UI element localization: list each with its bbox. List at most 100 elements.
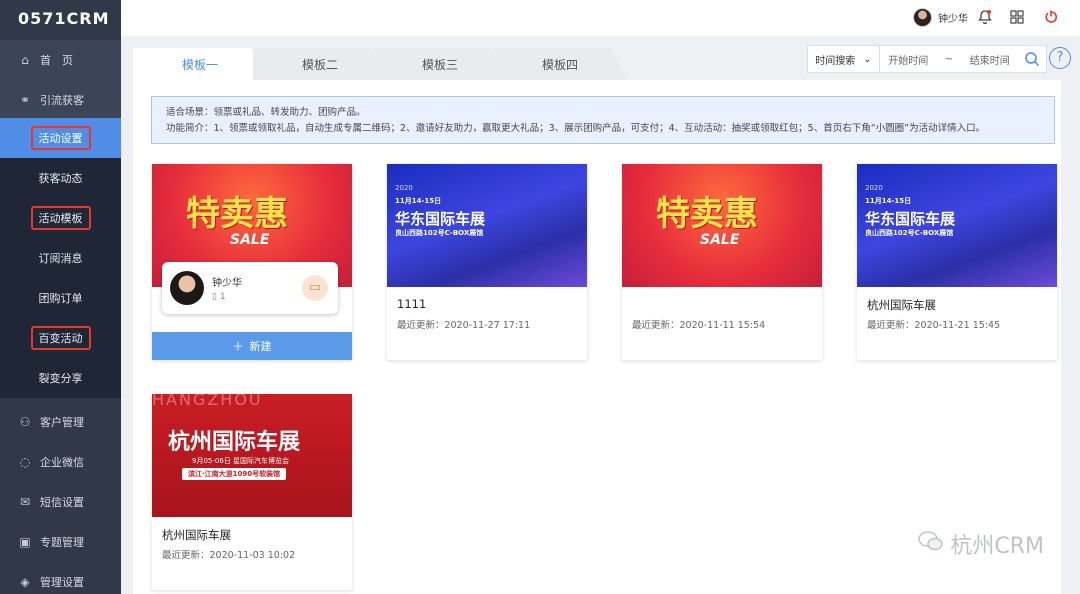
avatar (170, 271, 204, 305)
sidebar-sub-activity-templates[interactable]: 活动模板 (0, 198, 121, 238)
sidebar-sub-fission-share[interactable]: 裂变分享 (0, 358, 121, 398)
card-title (622, 287, 822, 317)
poster-address: 良山西路102号C-BOX展馆 (865, 229, 954, 237)
template-card[interactable]: 特卖惠 SALE 最近更新：2020-11-11 15:54 (622, 164, 822, 360)
profile-name: 钟少华 (212, 278, 242, 289)
poster-title: 杭州国际车展 (168, 430, 301, 455)
sidebar-sub-activity-settings[interactable]: 活动设置 (0, 118, 121, 158)
tab-template-2[interactable]: 模板二 (253, 48, 387, 80)
wechat-icon (918, 530, 944, 558)
phone-icon: ▯ (212, 292, 217, 302)
tab-template-3[interactable]: 模板三 (373, 48, 507, 80)
notice-features: 功能简介：1、领票或领取礼品，自动生成专属二维码；2、邀请好友助力，赢取更大礼品… (166, 123, 986, 134)
sidebar-item-topics[interactable]: ▣ 专题管理 (0, 522, 121, 562)
time-search: 时间搜索 ⌄ 开始时间 ~ 结束时间 (807, 45, 1047, 73)
poster-title: 特卖惠 (186, 194, 288, 234)
sidebar-item-label: 企业微信 (40, 456, 84, 469)
sidebar-sub-label: 活动模板 (30, 206, 91, 230)
sidebar-sub-label: 百变活动 (30, 326, 91, 350)
card-updated-time: 最近更新：2020-11-27 17:11 (397, 320, 531, 331)
search-icon[interactable] (1018, 51, 1046, 67)
sidebar-sub-subscriptions[interactable]: 订阅消息 (0, 238, 121, 278)
sidebar-item-label: 专题管理 (40, 536, 84, 549)
sidebar-sub-label: 获客动态 (38, 172, 83, 185)
poster-address: 良山西路102号C-BOX展馆 (395, 229, 484, 237)
main-content: 模板一 模板二 模板三 模板四 时间搜索 ⌄ 开始时间 ~ 结束时间 ? 适合场… (121, 36, 1080, 594)
grid-icon[interactable] (1008, 8, 1026, 26)
hz-expo-poster-thumbnail: HANGZHOU 杭州国际车展 9月05-06日 星国际汽车博览会 滨江·江南大… (152, 394, 352, 517)
username: 钟少华 (938, 14, 968, 25)
watermark-text: 杭州CRM (950, 534, 1044, 559)
user-icon: ⚇ (19, 415, 31, 429)
bell-icon[interactable] (976, 8, 994, 26)
sidebar-item-admin[interactable]: ◈ 管理设置 (0, 562, 121, 594)
template-card[interactable]: 2020 11月14-15日 华东国际车展 良山西路102号C-BOX展馆 11… (387, 164, 587, 360)
notice-scenarios: 适合场景：领票或礼品、转发助力、团购产品。 (166, 107, 366, 118)
sidebar-sub-varied-activities[interactable]: 百变活动 (0, 318, 121, 358)
date-range: 开始时间 ~ 结束时间 (880, 52, 1018, 67)
sidebar-item-wecom[interactable]: ◌ 企业微信 (0, 442, 121, 482)
poster-year: 2020 (865, 184, 883, 192)
mail-icon: ✉ (19, 495, 31, 509)
tab-template-4[interactable]: 模板四 (493, 48, 627, 80)
sidebar-sub-label: 订阅消息 (38, 252, 83, 265)
card-updated-time: 最近更新：2020-11-03 10:02 (162, 550, 296, 561)
home-icon: ⌂ (21, 53, 29, 67)
poster-date: 11月14-15日 (865, 197, 912, 205)
poster-title: 华东国际车展 (865, 210, 956, 228)
poster-title: 特卖惠 (656, 194, 758, 234)
sidebar-item-label: 管理设置 (40, 576, 84, 589)
end-date-input[interactable]: 结束时间 (970, 52, 1010, 67)
sidebar: 0571CRM ⌂ 首 页 ⚭ 引流获客 活动设置 获客动态 活动模板 订阅消息… (0, 0, 121, 594)
tab-template-1[interactable]: 模板一 (133, 48, 267, 80)
sale-poster-thumbnail: 特卖惠 SALE (622, 164, 822, 287)
sidebar-item-lead-gen[interactable]: ⚭ 引流获客 (0, 80, 121, 120)
watermark: 杭州CRM (918, 528, 1044, 560)
chevron-down-icon: ⌄ (863, 53, 872, 65)
poster-address: 滨江·江南大道1090号软装馆 (182, 468, 287, 480)
info-notice: 适合场景：领票或礼品、转发助力、团购产品。 功能简介：1、领票或领取礼品，自动生… (151, 96, 1055, 144)
topic-icon: ▣ (19, 535, 31, 549)
range-separator: ~ (944, 53, 954, 65)
card-title: 1111 (397, 297, 427, 311)
poster-title: 华东国际车展 (395, 210, 486, 228)
chat-icon[interactable]: ▭ (302, 275, 328, 301)
new-template-button[interactable]: ＋ 新建 (152, 332, 352, 360)
sidebar-sub-group-orders[interactable]: 团购订单 (0, 278, 121, 318)
app-logo: 0571CRM (18, 9, 110, 28)
plus-icon: ＋ (232, 340, 244, 353)
new-template-card: 特卖惠 SALE 钟少华 ▯ 1 ▭ ＋ 新建 (152, 164, 352, 360)
sidebar-sub-label: 团购订单 (38, 292, 83, 305)
start-date-input[interactable]: 开始时间 (888, 52, 928, 67)
wechat-icon: ◌ (19, 455, 31, 469)
power-icon[interactable] (1042, 8, 1060, 26)
top-bar: 钟少华 (121, 0, 1080, 36)
card-updated-time: 最近更新：2020-11-21 15:45 (867, 320, 1001, 331)
profile-preview: 钟少华 ▯ 1 ▭ (162, 262, 338, 314)
poster-en-title: HANGZHOU (152, 394, 263, 409)
template-tabs: 模板一 模板二 模板三 模板四 时间搜索 ⌄ 开始时间 ~ 结束时间 ? (133, 44, 1071, 80)
help-icon[interactable]: ? (1049, 47, 1071, 69)
template-card[interactable]: 2020 11月14-15日 华东国际车展 良山西路102号C-BOX展馆 杭州… (857, 164, 1057, 360)
sidebar-item-home[interactable]: ⌂ 首 页 (0, 40, 121, 80)
user-menu[interactable]: 钟少华 (913, 8, 968, 27)
share-icon: ⚭ (19, 93, 31, 107)
template-card[interactable]: HANGZHOU 杭州国际车展 9月05-06日 星国际汽车博览会 滨江·江南大… (152, 394, 352, 590)
profile-phone: ▯ 1 (212, 292, 242, 302)
search-type-select[interactable]: 时间搜索 ⌄ (808, 46, 880, 72)
profile-phone-value: 1 (219, 292, 226, 302)
card-updated-time: 最近更新：2020-11-11 15:54 (632, 320, 766, 331)
sidebar-sub-label: 裂变分享 (38, 372, 83, 385)
sidebar-item-sms[interactable]: ✉ 短信设置 (0, 482, 121, 522)
expo-poster-thumbnail: 2020 11月14-15日 华东国际车展 良山西路102号C-BOX展馆 (857, 164, 1057, 287)
poster-year: 2020 (395, 184, 413, 192)
sidebar-item-label: 短信设置 (40, 496, 84, 509)
sidebar-sub-lead-feed[interactable]: 获客动态 (0, 158, 121, 198)
sidebar-item-customers[interactable]: ⚇ 客户管理 (0, 402, 121, 442)
poster-subtitle: SALE (230, 232, 270, 248)
new-button-label: 新建 (249, 340, 272, 353)
sidebar-item-label: 首 页 (40, 54, 73, 67)
sidebar-item-label: 客户管理 (40, 416, 84, 429)
poster-date: 11月14-15日 (395, 197, 442, 205)
poster-subtitle: SALE (700, 232, 740, 248)
